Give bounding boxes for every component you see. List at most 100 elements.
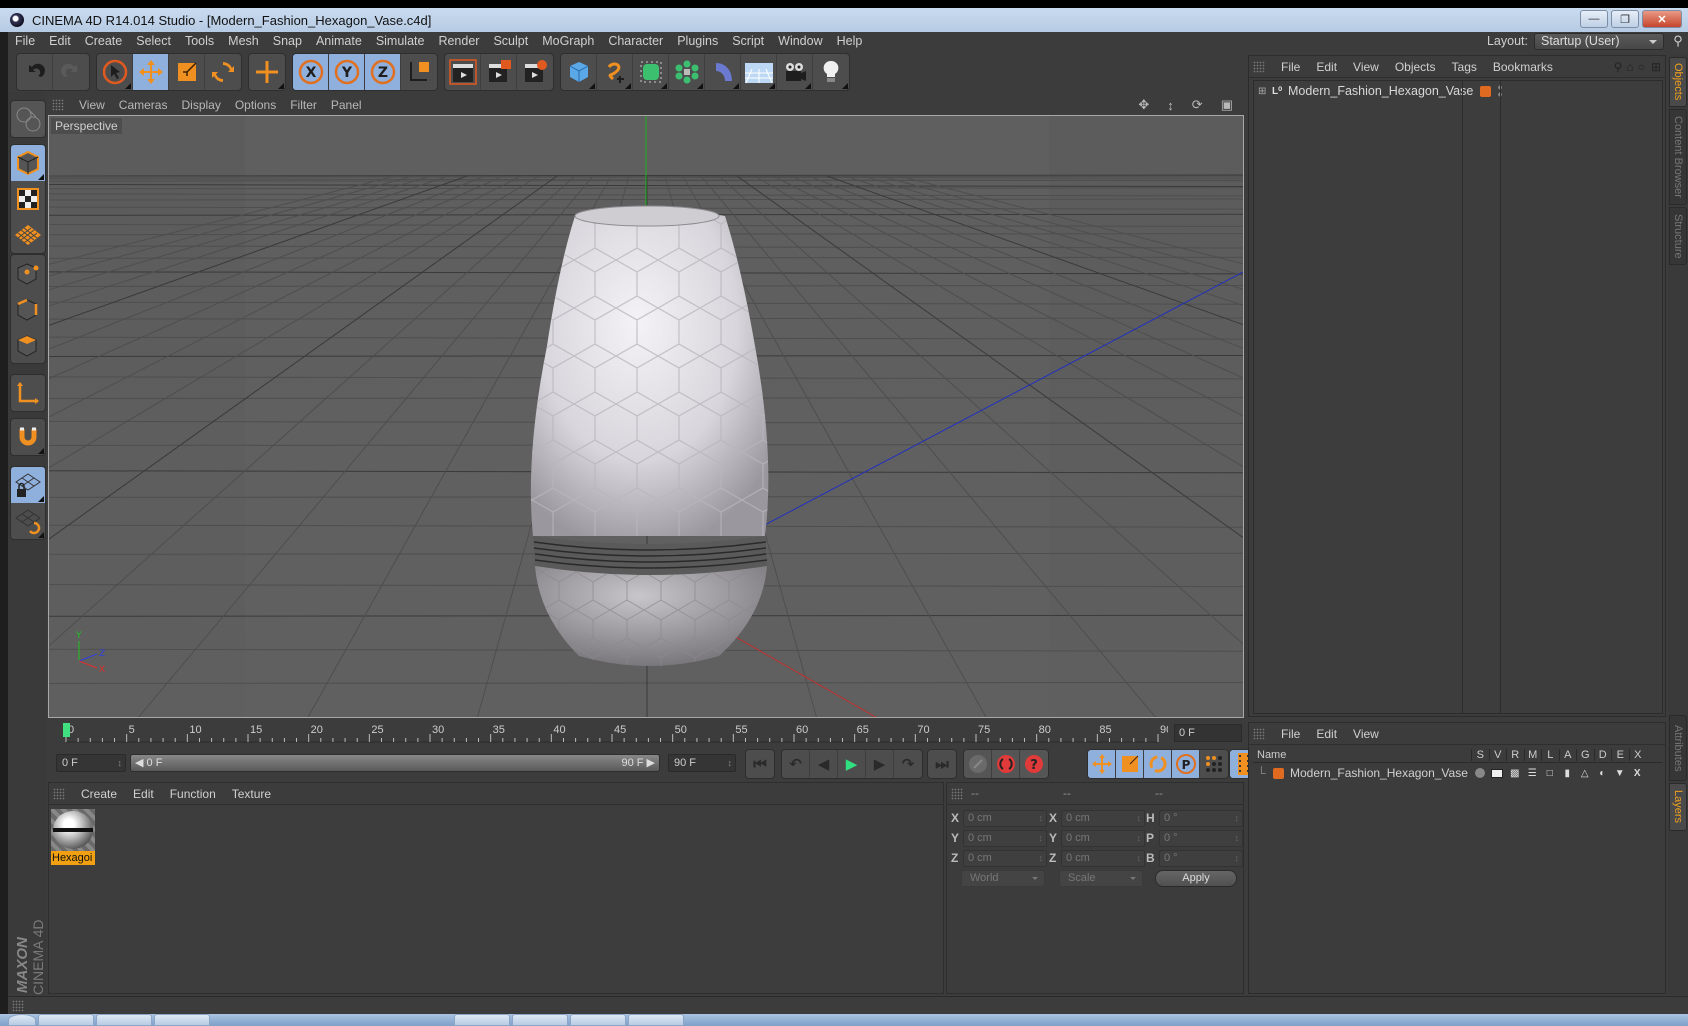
timeline-ruler[interactable]: 051015202530354045505560657075808590 0 F: [48, 722, 1244, 746]
layer-color-swatch[interactable]: [1480, 85, 1491, 97]
render-picture-viewer-icon[interactable]: [481, 54, 517, 90]
menu-sculpt[interactable]: Sculpt: [486, 34, 535, 48]
menu-mograph[interactable]: MoGraph: [535, 34, 601, 48]
xrefs-toggle-icon[interactable]: X: [1629, 766, 1647, 780]
generators-toggle-icon[interactable]: △: [1576, 766, 1594, 780]
workplane-mode-icon[interactable]: [11, 217, 45, 253]
panel-grip-icon[interactable]: [951, 787, 963, 800]
perspective-viewport[interactable]: Perspective Y Z X: [48, 115, 1244, 718]
manager-toggle-icon[interactable]: ☰: [1524, 766, 1542, 780]
size-x-field[interactable]: 0 cm: [1061, 810, 1145, 827]
menu-script[interactable]: Script: [725, 34, 771, 48]
mm-menu-function[interactable]: Function: [162, 787, 224, 801]
z-axis-lock-icon[interactable]: Z: [365, 54, 401, 90]
om-menu-bookmarks[interactable]: Bookmarks: [1485, 60, 1561, 74]
current-frame-field[interactable]: 0 F: [1174, 724, 1242, 742]
toggle-layout-icon[interactable]: ▣: [1214, 97, 1240, 113]
material-item[interactable]: Hexagoi: [51, 809, 95, 865]
animation-toggle-icon[interactable]: ▮: [1559, 766, 1577, 780]
live-selection-icon[interactable]: [97, 54, 133, 90]
expressions-toggle-icon[interactable]: ▼: [1611, 766, 1629, 780]
column-locked[interactable]: L: [1541, 748, 1559, 761]
view-toggle-icon[interactable]: [1489, 766, 1507, 780]
go-to-start-icon[interactable]: ⏮: [746, 750, 774, 778]
rotate-icon[interactable]: [205, 54, 241, 90]
object-row[interactable]: ⊞ L⁰ Modern_Fashion_Hexagon_Vase: [1254, 81, 1662, 101]
start-button[interactable]: [8, 1014, 36, 1026]
autokeying-icon[interactable]: [992, 750, 1020, 778]
tab-objects[interactable]: Objects: [1669, 57, 1687, 107]
next-frame-icon[interactable]: ▶: [866, 750, 894, 778]
panel-grip-icon[interactable]: [12, 1000, 24, 1012]
material-preview-icon[interactable]: [51, 809, 95, 851]
scale-icon[interactable]: [169, 54, 205, 90]
floor-icon[interactable]: [741, 54, 777, 90]
column-xrefs[interactable]: X: [1628, 748, 1647, 761]
taskbar-item[interactable]: [38, 1014, 94, 1026]
om-menu-edit[interactable]: Edit: [1308, 60, 1345, 74]
layer-row[interactable]: └ Modern_Fashion_Hexagon_Vase ▩ ☰ □ ▮ △ …: [1253, 764, 1663, 782]
column-view[interactable]: V: [1488, 748, 1507, 761]
restore-button[interactable]: ❐: [1611, 10, 1639, 28]
coordinate-system-icon[interactable]: [401, 54, 437, 90]
menu-snap[interactable]: Snap: [266, 34, 309, 48]
apply-button[interactable]: Apply: [1155, 870, 1237, 887]
menu-edit[interactable]: Edit: [42, 34, 78, 48]
parameter-key-icon[interactable]: P: [1172, 750, 1200, 778]
panel-grip-icon[interactable]: [53, 787, 65, 800]
max-frame-field[interactable]: 90 F: [668, 754, 736, 772]
frame-range-slider[interactable]: ◀ 0 F 90 F ▶: [130, 754, 660, 772]
material-name[interactable]: Hexagoi: [51, 851, 95, 865]
position-z-field[interactable]: 0 cm: [963, 850, 1047, 867]
close-button[interactable]: ✕: [1642, 10, 1682, 28]
minimize-button[interactable]: —: [1580, 10, 1608, 28]
viewport-menu-panel[interactable]: Panel: [324, 98, 369, 112]
viewport-menu-cameras[interactable]: Cameras: [112, 98, 175, 112]
render-toggle-icon[interactable]: ▩: [1506, 766, 1524, 780]
coordinate-mode-dropdown[interactable]: World: [961, 870, 1045, 887]
vase-model[interactable]: [530, 205, 769, 666]
column-expressions[interactable]: E: [1611, 748, 1629, 761]
om-new-panel-icon[interactable]: ⊞: [1647, 60, 1665, 74]
points-mode-icon[interactable]: [11, 255, 45, 291]
panel-grip-icon[interactable]: [1253, 60, 1265, 73]
menu-render[interactable]: Render: [431, 34, 486, 48]
om-menu-view[interactable]: View: [1345, 60, 1387, 74]
polygons-mode-icon[interactable]: [11, 327, 45, 363]
undo-icon[interactable]: [17, 54, 53, 90]
panel-grip-icon[interactable]: [1253, 727, 1265, 740]
mm-menu-edit[interactable]: Edit: [125, 787, 162, 801]
om-search-icon[interactable]: ⚲: [1612, 60, 1625, 74]
om-menu-objects[interactable]: Objects: [1387, 60, 1444, 74]
light-icon[interactable]: [813, 54, 849, 90]
object-name[interactable]: Modern_Fashion_Hexagon_Vase: [1288, 84, 1478, 98]
subdivision-surface-icon[interactable]: [633, 54, 669, 90]
model-mode-icon[interactable]: [11, 145, 45, 181]
viewport-menu-options[interactable]: Options: [228, 98, 283, 112]
next-key-icon[interactable]: ↷: [894, 750, 922, 778]
layer-name[interactable]: Modern_Fashion_Hexagon_Vase: [1290, 766, 1471, 780]
record-active-objects-icon[interactable]: [964, 750, 992, 778]
tab-content-browser[interactable]: Content Browser: [1669, 109, 1687, 205]
rotation-h-field[interactable]: 0 °: [1159, 810, 1243, 827]
position-y-field[interactable]: 0 cm: [963, 830, 1047, 847]
axis-mode-icon[interactable]: [11, 375, 45, 411]
previous-key-icon[interactable]: ↶: [782, 750, 810, 778]
om-menu-file[interactable]: File: [1273, 60, 1308, 74]
viewport-menu-view[interactable]: View: [72, 98, 112, 112]
taskbar-item[interactable]: [628, 1014, 684, 1026]
bend-deformer-icon[interactable]: [705, 54, 741, 90]
viewport-menu-filter[interactable]: Filter: [283, 98, 324, 112]
scale-key-icon[interactable]: [1116, 750, 1144, 778]
planar-workplane-icon[interactable]: [11, 503, 45, 539]
redo-icon[interactable]: [53, 54, 89, 90]
deformers-toggle-icon[interactable]: ◐: [1594, 766, 1612, 780]
snap-magnet-icon[interactable]: [11, 419, 45, 455]
column-render[interactable]: R: [1506, 748, 1524, 761]
tab-structure[interactable]: Structure: [1669, 207, 1687, 265]
menu-tools[interactable]: Tools: [178, 34, 221, 48]
min-frame-field[interactable]: 0 F: [56, 754, 126, 772]
lm-menu-file[interactable]: File: [1273, 727, 1308, 741]
column-manager[interactable]: M: [1523, 748, 1542, 761]
rotation-key-icon[interactable]: [1144, 750, 1172, 778]
